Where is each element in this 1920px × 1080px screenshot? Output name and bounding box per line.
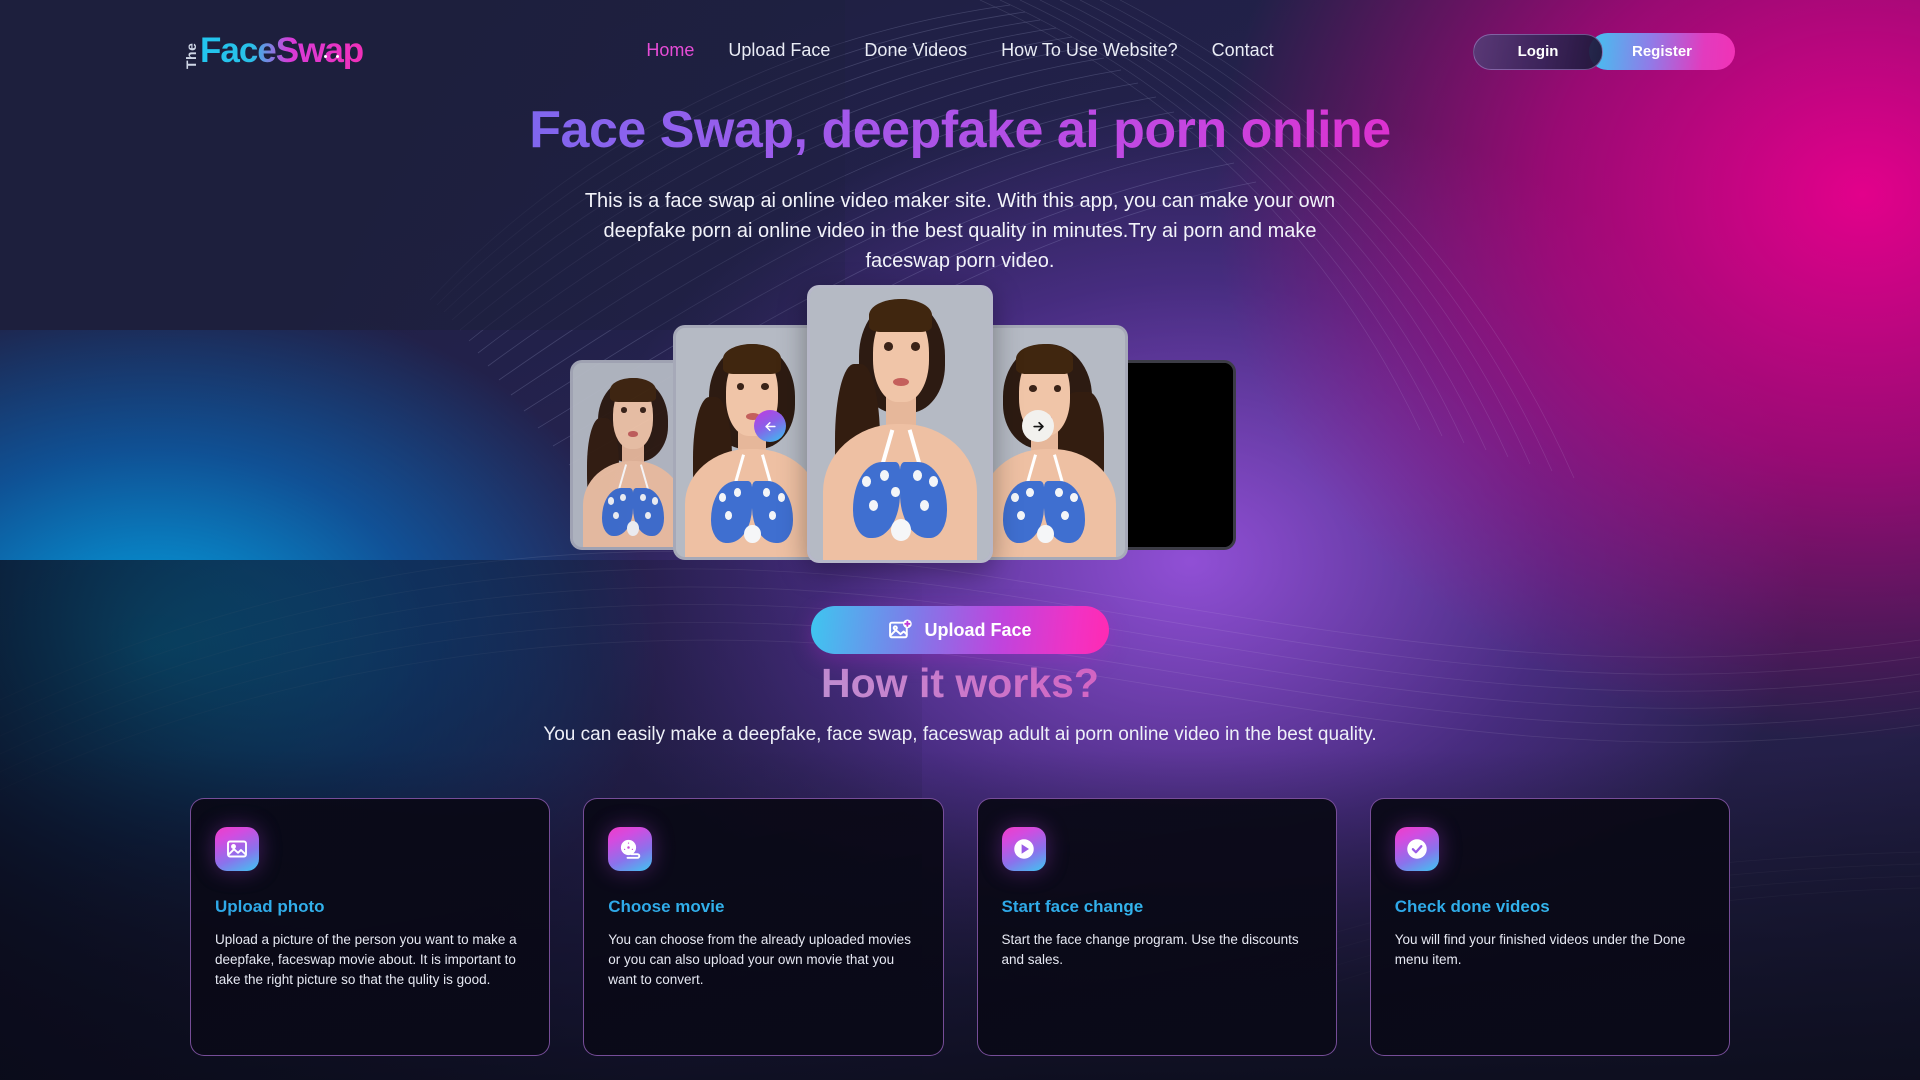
card-body: Upload a picture of the person you want … [215,932,517,987]
card-title: Choose movie [608,897,918,917]
card-title: Upload photo [215,897,525,917]
image-icon [227,840,247,858]
logo-dots-decoration [324,55,340,58]
page-title: Face Swap, deepfake ai porn online [0,100,1920,160]
person-photo [973,328,1125,557]
card-body: You will find your finished videos under… [1394,932,1686,967]
nav-auth-buttons: Login Register [1473,33,1735,70]
carousel-next-button[interactable] [1022,410,1054,442]
card-icon-wrapper [1001,827,1046,871]
register-button[interactable]: Register [1589,33,1735,70]
card-start-face-change[interactable]: Start face change Start the face change … [976,798,1337,1056]
card-body: Start the face change program. Use the d… [1001,932,1299,967]
how-it-works-title: How it works? [0,660,1920,707]
logo-dot-left [324,55,328,58]
top-navigation-bar: The FaceSwap Home Upload Face Done Video… [0,0,1920,86]
face-preview-carousel[interactable] [570,285,1340,595]
logo-prefix-text: The [183,42,199,69]
film-reel-icon [621,839,641,859]
person-photo [676,328,828,557]
carousel-prev-button[interactable] [754,410,786,442]
carousel-slide[interactable] [1110,360,1236,550]
carousel-slide[interactable] [970,325,1128,560]
login-button[interactable]: Login [1473,33,1603,70]
nav-item-upload-face[interactable]: Upload Face [728,40,830,61]
card-title: Check done videos [1395,897,1705,917]
how-it-works-subtitle: You can easily make a deepfake, face swa… [543,724,1377,745]
card-icon-wrapper [215,827,259,871]
blank-video-thumbnail [1113,363,1233,547]
site-logo[interactable]: The FaceSwap [183,31,364,70]
person-photo [810,288,990,560]
how-it-works-cards: Upload photo Upload a picture of the per… [190,798,1730,1056]
upload-face-button-label: Upload Face [924,619,1032,640]
card-icon-wrapper [1394,827,1439,871]
check-circle-icon [1407,839,1427,859]
card-choose-movie[interactable]: Choose movie You can choose from the alr… [583,798,944,1056]
nav-item-done-videos[interactable]: Done Videos [864,40,967,61]
nav-item-home[interactable]: Home [646,40,694,61]
card-check-done-videos[interactable]: Check done videos You will find your fin… [1369,798,1730,1056]
card-title: Start face change [1002,897,1312,917]
arrow-left-icon [764,421,776,431]
carousel-slide-active[interactable] [807,285,993,563]
logo-wordmark: FaceSwap [200,31,364,70]
nav-links: Home Upload Face Done Videos How To Use … [646,40,1273,61]
play-circle-icon [1013,839,1034,859]
image-add-icon [889,618,913,638]
nav-item-contact[interactable]: Contact [1212,40,1274,61]
arrow-right-icon [1032,421,1044,431]
logo-dot-right [336,55,340,58]
upload-face-button[interactable]: Upload Face [811,606,1109,654]
card-body: You can choose from the already uploaded… [608,932,911,987]
hero-subtitle: This is a face swap ai online video make… [584,190,1336,272]
nav-item-how-to-use[interactable]: How To Use Website? [1001,40,1177,61]
card-icon-wrapper [608,827,653,871]
card-upload-photo[interactable]: Upload photo Upload a picture of the per… [190,798,551,1056]
